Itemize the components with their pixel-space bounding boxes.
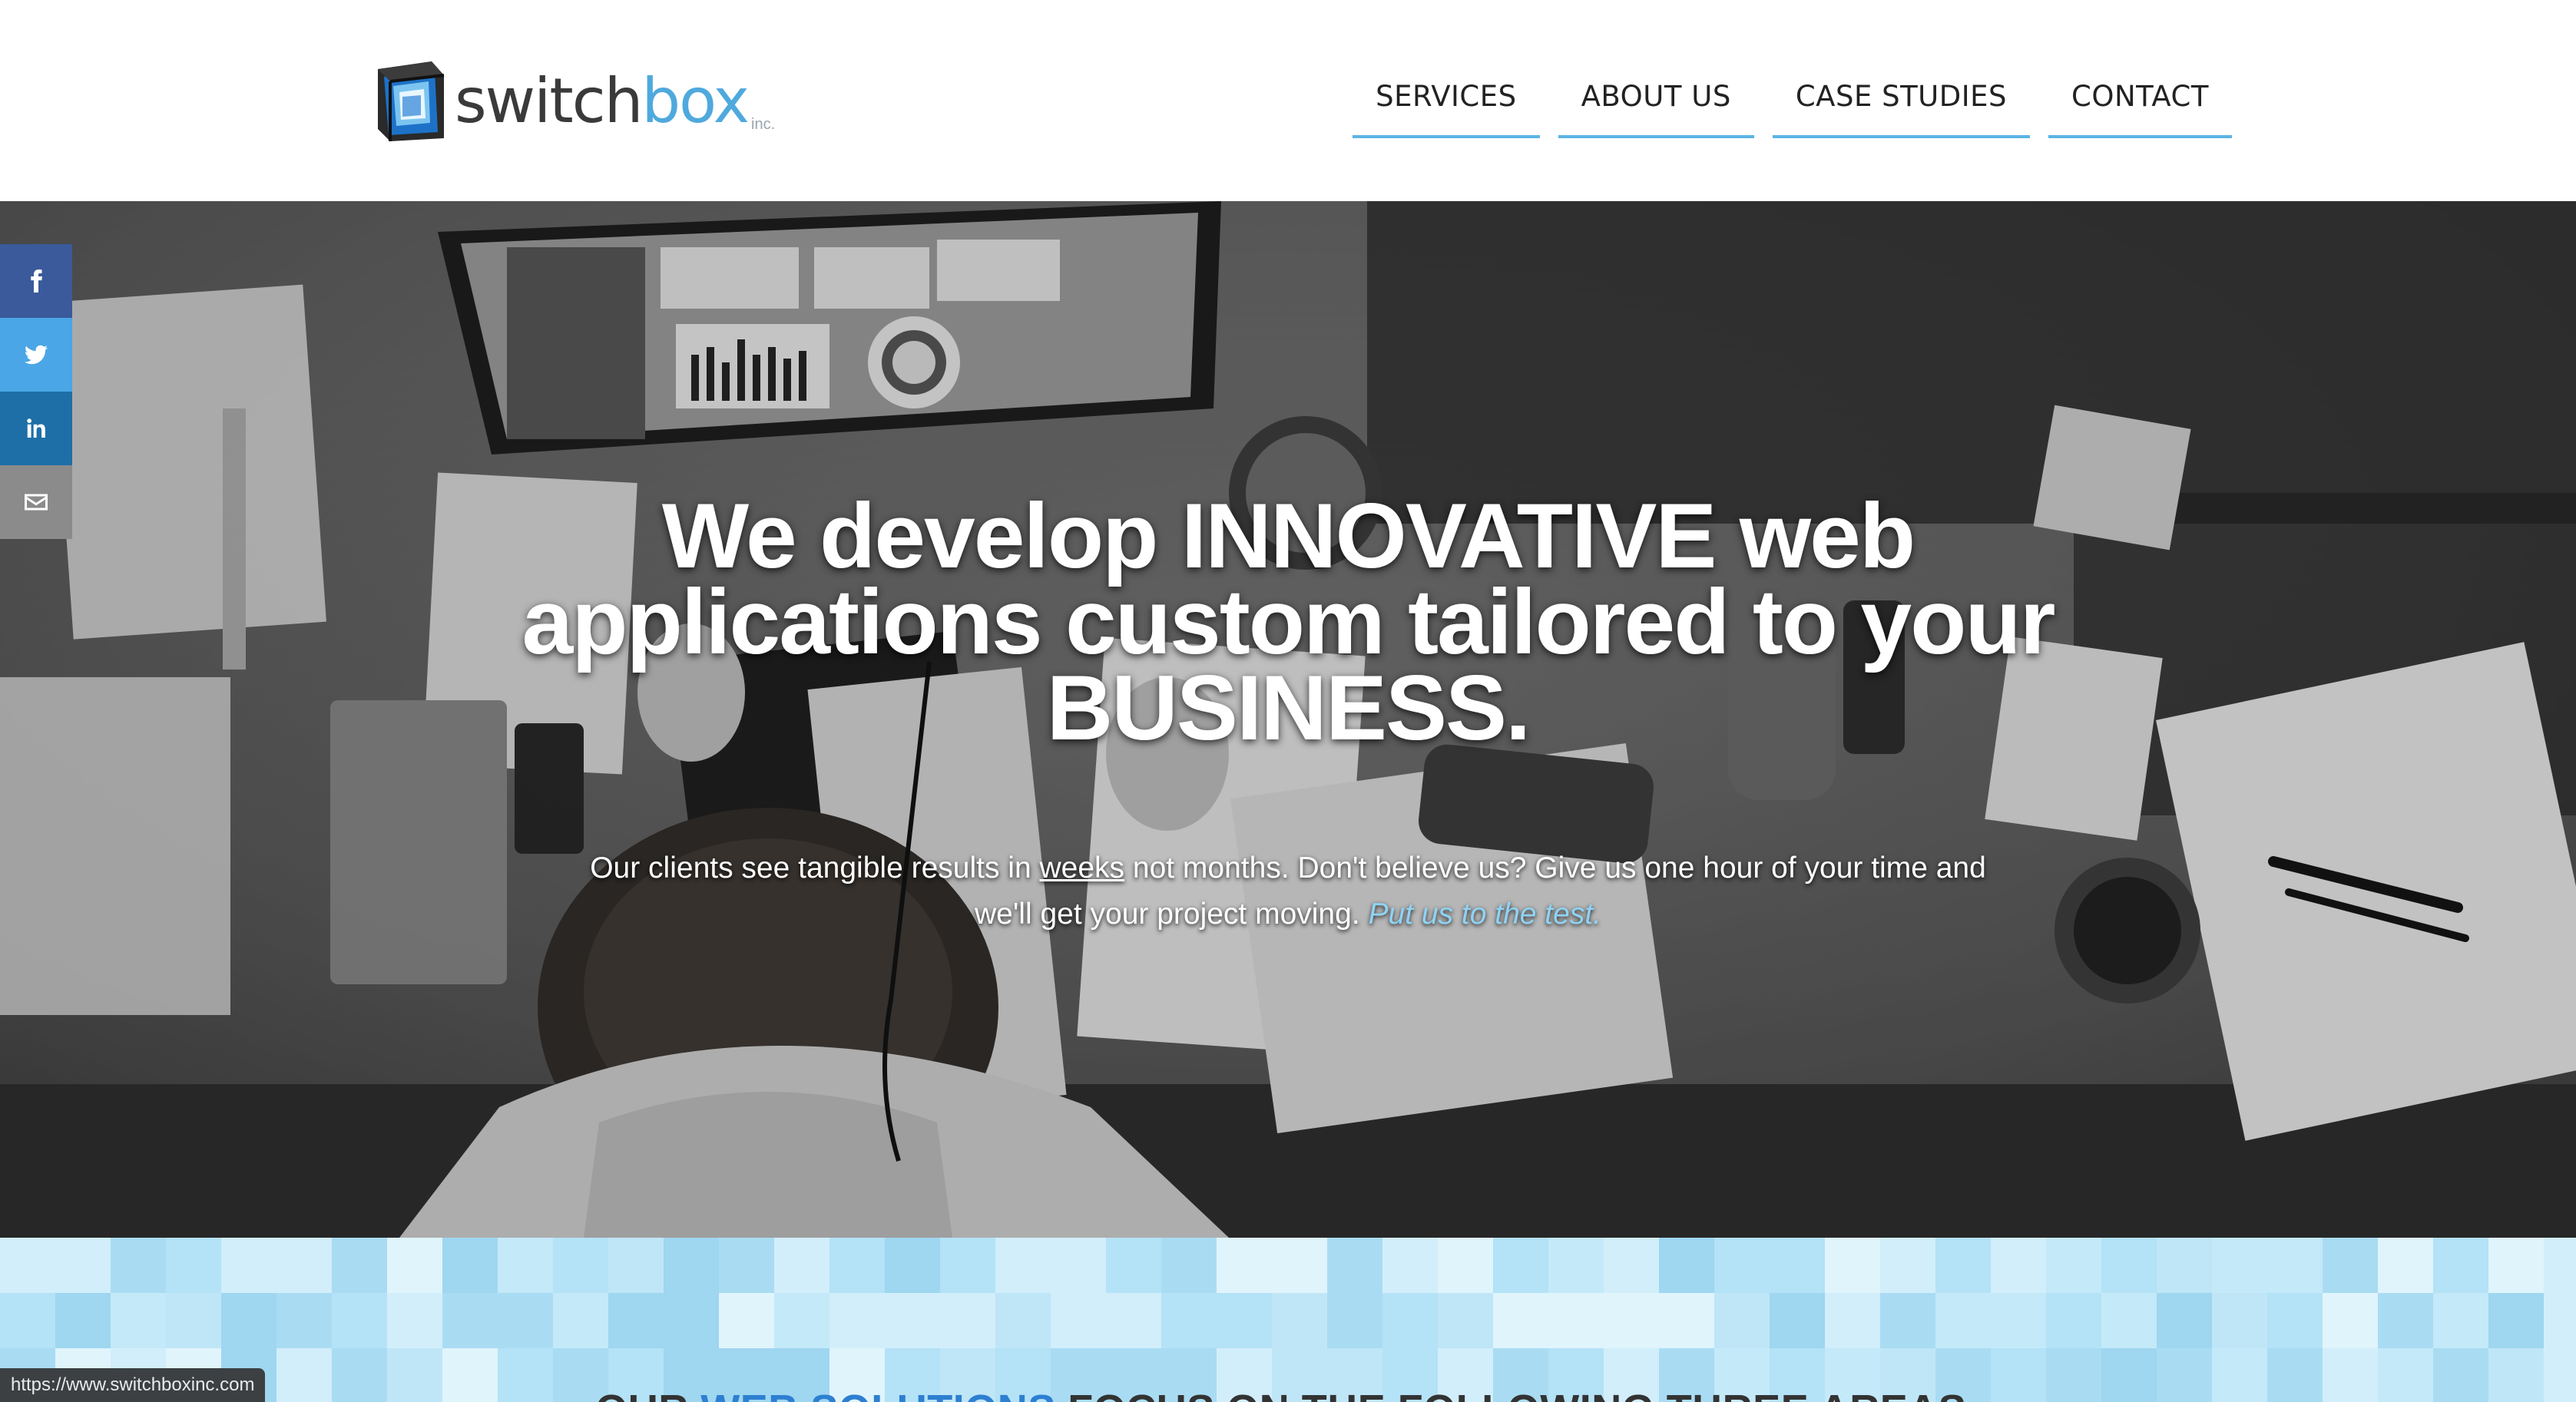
heading-part-2: FOCUS ON THE FOLLOWING THREE AREAS: [1056,1387,1981,1402]
nav-item-contact[interactable]: CONTACT [2048,74,2232,138]
site-header: switchbox inc. SERVICES ABOUT US CASE ST… [0,0,2576,201]
subtext-weeks: weeks [1039,851,1125,885]
social-share-bar [0,244,72,539]
twitter-icon [25,345,48,365]
browser-status-url: https://www.switchboxinc.com [0,1368,266,1402]
subtext-part-1: Our clients see tangible results in [590,851,1040,885]
logo-cube-icon [378,61,445,141]
heading-part-1: OUR [595,1387,700,1402]
linkedin-icon [27,418,45,438]
brand-name-switch: switch [455,65,643,137]
nav-item-services[interactable]: SERVICES [1353,74,1540,138]
email-share-button[interactable] [0,465,72,539]
nav-item-case-studies[interactable]: CASE STUDIES [1772,74,2031,138]
brand-suffix: inc. [751,116,776,133]
hero-subtext: Our clients see tangible results in week… [558,845,2018,937]
facebook-icon [31,269,42,293]
email-icon [25,494,48,511]
facebook-share-button[interactable] [0,244,72,318]
main-nav: SERVICES ABOUT US CASE STUDIES CONTACT [1353,74,2232,138]
web-solutions-heading: OUR WEB SOLUTIONS FOCUS ON THE FOLLOWING… [0,1386,2576,1402]
heading-highlight: WEB SOLUTIONS [700,1387,1056,1402]
twitter-share-button[interactable] [0,318,72,392]
brand-logo[interactable]: switchbox inc. [367,58,775,144]
linkedin-share-button[interactable] [0,392,72,465]
hero-headline: We develop INNOVATIVE web applications c… [520,490,2056,754]
solutions-mosaic-background [0,1238,2576,1402]
brand-wordmark: switchbox [455,71,750,132]
put-us-to-the-test-link[interactable]: Put us to the test. [1369,898,1602,931]
brand-name-box: box [641,65,750,137]
hero-section: We develop INNOVATIVE web applications c… [0,201,2576,1238]
nav-item-about-us[interactable]: ABOUT US [1558,74,1754,138]
web-solutions-section: OUR WEB SOLUTIONS FOCUS ON THE FOLLOWING… [0,1238,2576,1402]
headline-emphasis-business: BUSINESS. [1046,656,1531,760]
